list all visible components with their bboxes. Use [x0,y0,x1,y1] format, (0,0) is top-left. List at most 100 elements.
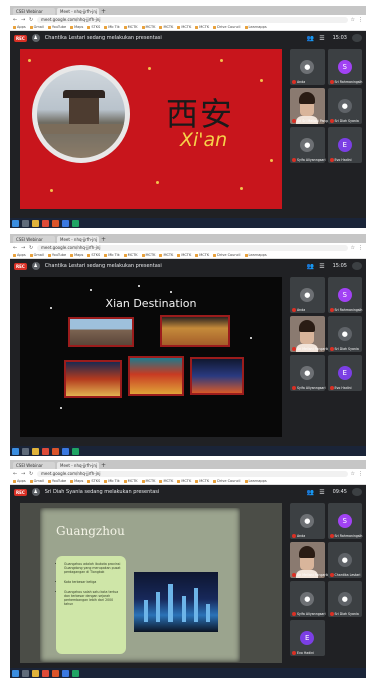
browser-tab[interactable]: CSEI Webinar [13,462,55,469]
participant-tile[interactable]: Sri Meilani Pangaribuan [290,542,335,578]
app-icon[interactable] [42,669,49,677]
bookmark-item[interactable]: MCTK [177,479,191,483]
participant-tile[interactable]: ● Syifa Aliyanngsari [290,581,326,617]
chrome-icon[interactable] [72,219,79,227]
bookmark-item[interactable]: MCTK [195,253,209,257]
back-icon[interactable]: ← [13,245,18,251]
participant-tile[interactable]: E Evo Hadini [327,355,362,391]
chrome-icon[interactable] [72,669,79,677]
participant-tile[interactable]: ● Sri Diah Syania [327,316,362,352]
bookmark-item[interactable]: MCTK [123,253,138,257]
participant-tile[interactable]: ● Sri Diah Syania [327,581,362,617]
bookmark-item[interactable]: Maps [70,253,83,257]
edge-icon[interactable] [62,447,69,455]
url-input[interactable]: meet.google.com/nhq-jjrfh-jnj [37,16,348,23]
participant-tile[interactable]: E Evo Hadini [327,127,362,163]
explorer-icon[interactable] [32,219,39,227]
explorer-icon[interactable] [32,669,39,677]
windows-start-icon[interactable] [12,447,19,455]
chat-icon[interactable]: ☰ [319,35,324,42]
star-icon[interactable]: ☆ [351,245,355,251]
chrome-icon[interactable] [72,447,79,455]
participant-tile[interactable]: ● Anda [290,49,325,85]
search-icon[interactable] [22,447,29,455]
bookmark-item[interactable]: MCTK [177,253,191,257]
menu-icon[interactable]: ⋮ [358,471,363,477]
windows-start-icon[interactable] [12,219,19,227]
url-input[interactable]: meet.google.com/nhq-jjrfh-jnj [37,244,348,251]
bookmark-item[interactable]: Drive Council [213,25,241,29]
forward-icon[interactable]: → [21,17,26,23]
people-icon[interactable]: 👥 [307,35,314,42]
bookmark-item[interactable]: Mb Tik [104,253,120,257]
back-icon[interactable]: ← [13,471,18,477]
new-tab-icon[interactable]: + [101,462,107,469]
participant-tile[interactable]: ● Syifa Aliyanngsari [290,127,326,163]
bookmark-item[interactable]: Gmail [29,479,44,483]
powerpoint-icon[interactable] [52,219,59,227]
bookmark-item[interactable]: Learnapps [244,253,267,257]
participant-tile[interactable]: ● Sri Diah Syania [327,88,362,124]
reload-icon[interactable]: ↻ [29,17,34,23]
browser-tab-active[interactable]: Meet - nhq-jjrfh-jnj [57,236,99,243]
participant-tile[interactable]: Sri Sri Meilani Pangaribuan [290,88,340,124]
star-icon[interactable]: ☆ [351,471,355,477]
reload-icon[interactable]: ↻ [29,245,34,251]
bookmark-item[interactable]: YouTube [47,253,66,257]
menu-icon[interactable]: ⋮ [358,17,363,23]
people-icon[interactable]: 👥 [307,263,314,270]
explorer-icon[interactable] [32,447,39,455]
powerpoint-icon[interactable] [52,447,59,455]
forward-icon[interactable]: → [21,245,26,251]
edge-icon[interactable] [62,669,69,677]
bookmark-item[interactable]: Drive Council [213,253,241,257]
bookmark-item[interactable]: MCTK [123,479,138,483]
forward-icon[interactable]: → [21,471,26,477]
bookmark-item[interactable]: Learnapps [244,479,267,483]
windows-start-icon[interactable] [12,669,19,677]
bookmark-item[interactable]: MCTK [141,479,155,483]
participant-tile[interactable]: S Sri Rahmaningsih [327,503,362,539]
bookmark-item[interactable]: Mb Tik [104,25,120,29]
app-icon[interactable] [42,447,49,455]
bookmark-item[interactable]: YouTube [47,479,66,483]
participant-tile[interactable]: ● Anda [290,277,325,313]
avatar-self[interactable] [352,262,362,270]
bookmark-item[interactable]: MCTK [159,253,173,257]
bookmark-item[interactable]: MCTK [159,25,173,29]
bookmark-item[interactable]: STKS [87,25,100,29]
bookmark-item[interactable]: MCTK [159,479,173,483]
avatar-self[interactable] [352,488,362,496]
bookmark-item[interactable]: Mb Tik [104,479,120,483]
bookmark-item[interactable]: Maps [70,25,83,29]
powerpoint-icon[interactable] [52,669,59,677]
new-tab-icon[interactable]: + [101,8,107,15]
participant-tile[interactable]: S Sri Rahmaningsih [327,277,362,313]
search-icon[interactable] [22,669,29,677]
bookmark-item[interactable]: STKS [87,253,100,257]
participant-tile[interactable]: E Evo Hadini [290,620,325,656]
participant-tile[interactable]: ● Chantika Lestari [327,542,362,578]
bookmark-item[interactable]: MCTK [123,25,138,29]
app-icon[interactable] [42,219,49,227]
chat-icon[interactable]: ☰ [319,489,324,496]
reload-icon[interactable]: ↻ [29,471,34,477]
bookmark-item[interactable]: MCTK [141,25,155,29]
bookmark-item[interactable]: YouTube [47,25,66,29]
star-icon[interactable]: ☆ [351,17,355,23]
bookmark-item[interactable]: MCTK [177,25,191,29]
menu-icon[interactable]: ⋮ [358,245,363,251]
browser-tab[interactable]: CSEI Webinar [13,8,55,15]
browser-tab[interactable]: CSEI Webinar [13,236,55,243]
bookmark-item[interactable]: Apps [13,25,26,29]
search-icon[interactable] [22,219,29,227]
back-icon[interactable]: ← [13,17,18,23]
participant-tile[interactable]: ● Syifa Aliyanngsari [290,355,326,391]
bookmark-item[interactable]: Apps [13,253,26,257]
bookmark-item[interactable]: Drive Council [213,479,241,483]
participant-tile[interactable]: Sri Meilani Pangaribuan [290,316,335,352]
bookmark-item[interactable]: MCTK [195,479,209,483]
bookmark-item[interactable]: Gmail [29,253,44,257]
bookmark-item[interactable]: STKS [87,479,100,483]
browser-tab-active[interactable]: Meet - nhq-jjrfh-jnj [57,8,99,15]
